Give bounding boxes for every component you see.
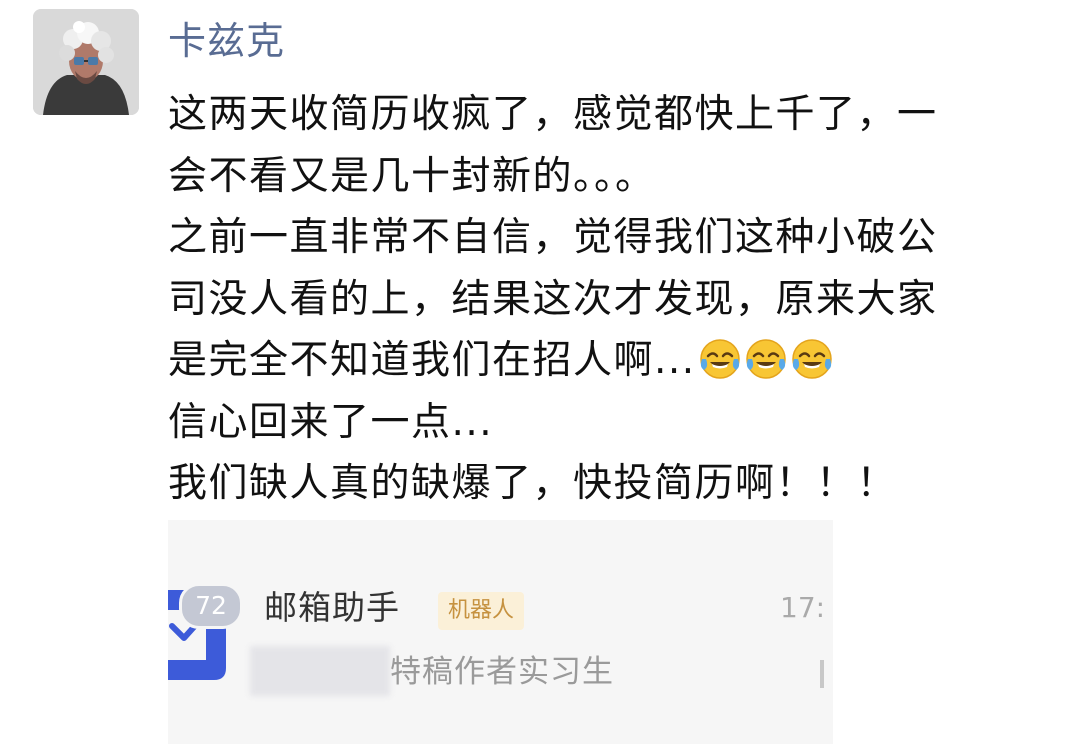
post-line: 这两天收简历收疯了，感觉都快上千了，一 (168, 92, 938, 137)
avatar[interactable] (33, 9, 139, 115)
post-text: 这两天收简历收疯了，感觉都快上千了，一 会不看又是几十封新的。。。 之前一直非常… (168, 84, 1048, 515)
post-line: 会不看又是几十封新的。。。 (168, 153, 656, 199)
moments-post: 卡兹克 这两天收简历收疯了，感觉都快上千了，一 会不看又是几十封新的。。。 之前… (0, 0, 1080, 744)
post-line: 信心回来了一点... (168, 399, 494, 445)
attached-screenshot[interactable]: 72 邮箱助手 机器人 17: 特稿作者实习生 (168, 520, 833, 744)
message-time: 17: (780, 591, 826, 624)
sender-name: 邮箱助手 (264, 588, 400, 627)
cropped-edge-indicator (820, 660, 824, 688)
avatar-image (33, 9, 139, 115)
robot-tag: 机器人 (438, 592, 525, 630)
post-line: 我们缺人真的缺爆了，快投简历啊！！！ (168, 461, 898, 506)
tears-of-joy-emoji-icon (745, 339, 786, 379)
message-preview: 特稿作者实习生 (390, 654, 614, 690)
author-name[interactable]: 卡兹克 (168, 16, 285, 66)
tears-of-joy-emoji-icon (699, 339, 740, 379)
unread-count-badge: 72 (179, 583, 243, 629)
post-line: 司没人看的上，结果这次才发现，原来大家 (168, 276, 938, 322)
tears-of-joy-emoji-icon (791, 339, 832, 379)
post-line-with-emoji: 是完全不知道我们在招人啊... (168, 330, 1048, 392)
redacted-block (250, 646, 390, 696)
post-line: 是完全不知道我们在招人啊... (168, 338, 696, 383)
post-line: 之前一直非常不自信，觉得我们这种小破公 (168, 215, 938, 260)
